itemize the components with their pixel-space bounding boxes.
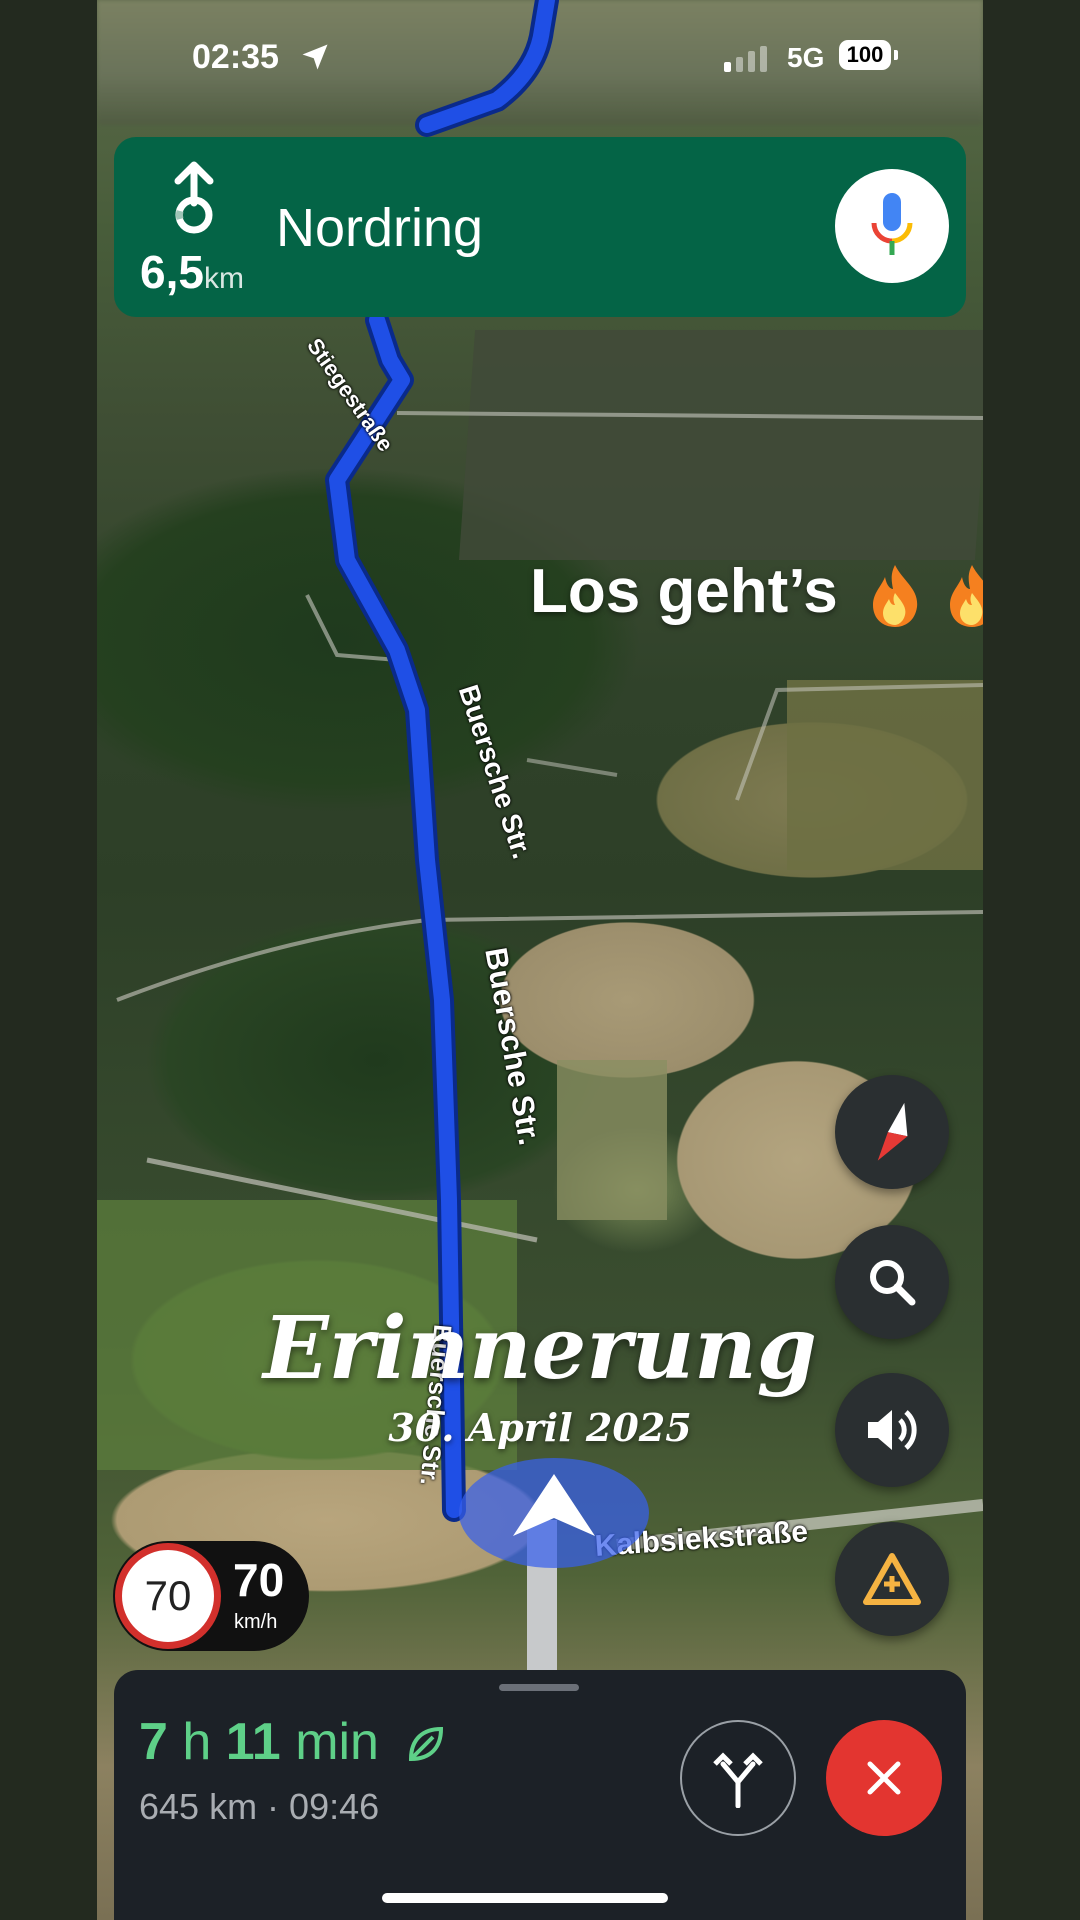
distance-value: 6,5 bbox=[140, 246, 204, 298]
current-speed: 70 bbox=[233, 1554, 285, 1606]
drag-handle[interactable] bbox=[499, 1684, 579, 1691]
google-mic-icon bbox=[871, 193, 913, 255]
speed-widget: 70 70 km/h bbox=[113, 1541, 309, 1651]
fire-emoji-icon bbox=[950, 564, 983, 627]
minutes-unit: min bbox=[295, 1713, 379, 1771]
side-road bbox=[396, 411, 983, 420]
right-backdrop bbox=[983, 0, 1080, 1920]
search-icon bbox=[870, 1260, 916, 1306]
home-indicator[interactable] bbox=[382, 1893, 668, 1903]
sound-button[interactable] bbox=[835, 1373, 949, 1487]
navigation-arrow-icon bbox=[513, 1474, 595, 1536]
alternate-routes-icon bbox=[713, 1752, 763, 1808]
distance-to-turn: 6,5km bbox=[140, 245, 244, 299]
travel-minutes: 11 bbox=[225, 1713, 281, 1771]
speed-unit: km/h bbox=[234, 1611, 278, 1633]
travel-time: 7 h 11 min bbox=[139, 1712, 445, 1772]
next-street-name: Nordring bbox=[276, 198, 484, 258]
compass-button[interactable] bbox=[835, 1075, 949, 1189]
side-road bbox=[116, 910, 983, 1002]
side-road bbox=[735, 683, 983, 801]
continue-straight-icon bbox=[174, 161, 214, 234]
voice-search-button[interactable] bbox=[835, 169, 949, 283]
caption-text: Los geht’s bbox=[530, 557, 838, 626]
alternate-routes-button[interactable] bbox=[680, 1720, 796, 1836]
volume-icon bbox=[868, 1410, 917, 1450]
distance-and-arrival: 645 km · 09:46 bbox=[139, 1786, 380, 1827]
battery-indicator: 100 bbox=[839, 40, 891, 70]
cellular-signal-icon bbox=[724, 46, 767, 72]
status-time: 02:35 bbox=[192, 38, 279, 76]
status-bar: 02:35 5G 100 bbox=[97, 0, 983, 110]
battery-nub bbox=[894, 50, 898, 60]
hours-unit: h bbox=[182, 1713, 212, 1771]
story-caption: Los geht’s bbox=[530, 556, 983, 629]
report-incident-icon bbox=[863, 1553, 921, 1605]
close-icon bbox=[867, 1761, 901, 1795]
navigation-banner[interactable]: 6,5km Nordring bbox=[114, 137, 966, 317]
speed-limit-sign: 70 bbox=[115, 1543, 221, 1649]
travel-hours: 7 bbox=[139, 1713, 168, 1771]
distance-unit: km bbox=[203, 262, 244, 295]
trip-summary-panel[interactable]: 7 h 11 min 645 km · 09:46 bbox=[114, 1670, 966, 1920]
side-road bbox=[526, 758, 618, 777]
location-arrow-icon bbox=[302, 44, 328, 70]
side-road bbox=[146, 1157, 538, 1243]
report-incident-button[interactable] bbox=[835, 1522, 949, 1636]
phone-screen: Stiegestraße Buersche Str. Buersche Str.… bbox=[97, 0, 983, 1920]
fire-emoji-icon bbox=[872, 564, 918, 627]
compass-icon bbox=[877, 1102, 908, 1161]
search-along-route-button[interactable] bbox=[835, 1225, 949, 1339]
exit-navigation-button[interactable] bbox=[826, 1720, 942, 1836]
network-type: 5G bbox=[787, 42, 825, 73]
left-backdrop bbox=[0, 0, 97, 1920]
eco-leaf-icon bbox=[409, 1727, 444, 1762]
